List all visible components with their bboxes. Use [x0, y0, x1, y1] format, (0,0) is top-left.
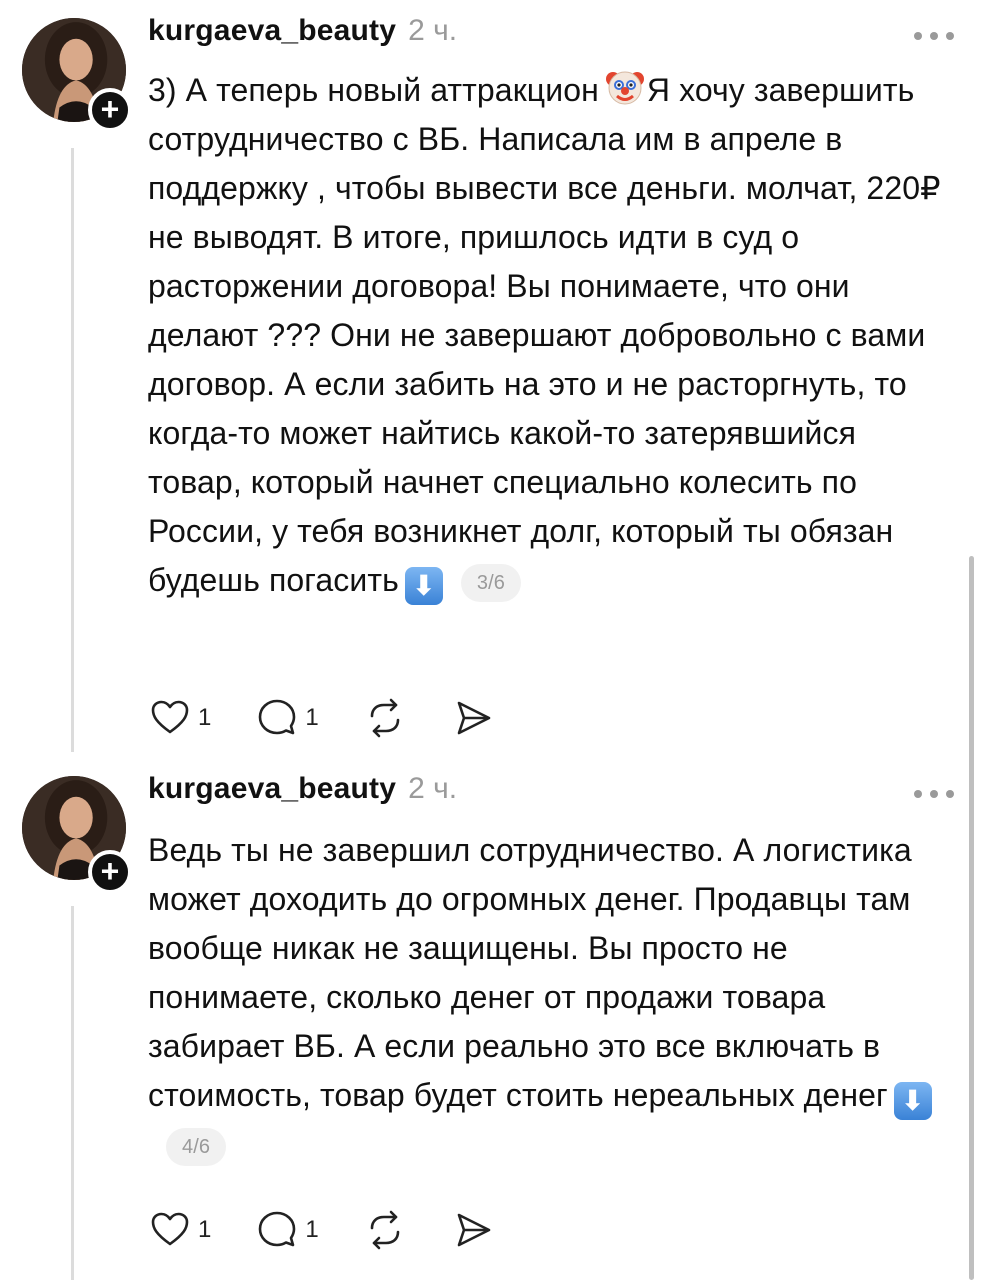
- post-text-body: Ведь ты не завершил сотрудничество. А ло…: [148, 832, 912, 1113]
- repost-button[interactable]: [363, 696, 407, 740]
- arrow-down-icon: ⬇: [893, 1082, 932, 1120]
- post-header: kurgaeva_beauty 2 ч.: [148, 772, 457, 812]
- timestamp: 2 ч.: [408, 14, 458, 47]
- more-options-icon[interactable]: [914, 784, 954, 804]
- reply-count: 1: [305, 704, 319, 731]
- more-options-icon[interactable]: [914, 26, 954, 46]
- post-actions: 1 1: [148, 1208, 539, 1252]
- comment-icon: [259, 699, 296, 735]
- send-icon: [457, 1213, 491, 1247]
- follow-plus-icon[interactable]: +: [88, 850, 132, 894]
- share-button[interactable]: [451, 1208, 495, 1252]
- thread-line: [71, 148, 74, 752]
- send-icon: [457, 701, 491, 735]
- follow-plus-icon[interactable]: +: [88, 88, 132, 132]
- post-text: Ведь ты не завершил сотрудничество. А ло…: [148, 826, 958, 1169]
- post-header: kurgaeva_beauty 2 ч.: [148, 14, 457, 54]
- like-button[interactable]: 1: [148, 696, 211, 740]
- like-count: 1: [198, 704, 212, 731]
- arrow-down-icon: ⬇: [404, 567, 443, 605]
- post-1: + kurgaeva_beauty 2 ч. 3) А теперь новый…: [0, 0, 984, 760]
- post-text-part1: 3) А теперь новый аттракцион: [148, 72, 599, 108]
- thread-page-badge: 3/6: [460, 563, 521, 602]
- clown-face-icon: [605, 71, 644, 105]
- post-text: 3) А теперь новый аттракцион Я хочу заве…: [148, 66, 958, 605]
- like-button[interactable]: 1: [148, 1208, 211, 1252]
- repost-icon: [370, 698, 400, 738]
- reply-button[interactable]: 1: [255, 1208, 319, 1252]
- share-button[interactable]: [451, 696, 495, 740]
- post-2: + kurgaeva_beauty 2 ч. Ведь ты не заверш…: [0, 760, 984, 1280]
- username[interactable]: kurgaeva_beauty: [148, 14, 396, 48]
- username[interactable]: kurgaeva_beauty: [148, 772, 396, 806]
- post-actions: 1 1: [148, 696, 539, 740]
- scrollbar[interactable]: [969, 556, 974, 1280]
- thread-page-badge: 4/6: [166, 1127, 227, 1166]
- timestamp: 2 ч.: [408, 772, 458, 805]
- like-count: 1: [198, 1216, 212, 1243]
- repost-button[interactable]: [363, 1208, 407, 1252]
- thread-line: [71, 906, 74, 1280]
- heart-icon: [151, 1212, 189, 1246]
- repost-icon: [370, 1210, 400, 1250]
- reply-count: 1: [305, 1216, 319, 1243]
- comment-icon: [259, 1211, 296, 1247]
- heart-icon: [151, 700, 189, 734]
- reply-button[interactable]: 1: [255, 696, 319, 740]
- post-text-part2: Я хочу завершить сотрудничество с ВБ. На…: [148, 72, 941, 598]
